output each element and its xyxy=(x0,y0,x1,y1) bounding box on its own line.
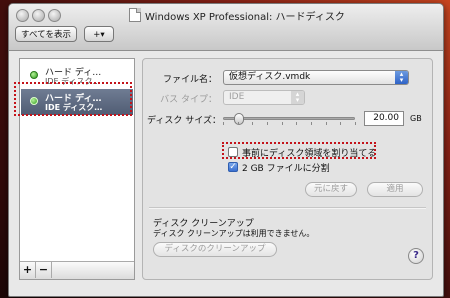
remove-device-button[interactable]: − xyxy=(36,262,52,278)
sidebar-footer: + − xyxy=(20,261,134,279)
split-2gb-label[interactable]: 2 GB ファイルに分割 xyxy=(242,161,330,174)
slider-tick xyxy=(355,122,356,125)
slider-tick xyxy=(237,122,239,125)
bus-type-popup[interactable]: IDE ▴ ▾ xyxy=(223,90,305,105)
window-title-group: Windows XP Professional: ハードディスク xyxy=(129,8,345,23)
device-sidebar: ハード ディ… IDE ディスク… ハード ディ… IDE ディスク… + − xyxy=(19,58,135,280)
zoom-window-button[interactable] xyxy=(48,9,61,22)
document-icon xyxy=(129,8,141,22)
minimize-window-button[interactable] xyxy=(32,9,45,22)
close-window-button[interactable] xyxy=(16,9,29,22)
sidebar-item-hard-disk-2[interactable]: ハード ディ… IDE ディスク… xyxy=(21,89,133,115)
revert-button[interactable]: 元に戻す xyxy=(305,182,357,197)
apply-button[interactable]: 適用 xyxy=(367,182,423,197)
cleanup-status-text: ディスク クリーンアップは利用できません。 xyxy=(153,229,315,238)
disk-settings-panel: ファイル名： 仮想ディスク.vmdk ▴ ▾ バス タイプ： IDE ▴ ▾ ディス… xyxy=(142,58,433,280)
status-dot-icon xyxy=(30,71,38,79)
slider-tick xyxy=(223,122,224,125)
file-name-value: 仮想ディスク.vmdk xyxy=(229,72,311,82)
file-name-popup[interactable]: 仮想ディスク.vmdk ▴ ▾ xyxy=(223,70,409,85)
slider-tick xyxy=(252,122,254,125)
sidebar-item-hard-disk-1[interactable]: ハード ディ… IDE ディスク… xyxy=(21,63,133,89)
slider-tick xyxy=(281,122,283,125)
bus-type-label: バス タイプ： xyxy=(160,95,217,105)
show-all-button[interactable]: すべてを表示 xyxy=(15,26,77,42)
help-button[interactable]: ? xyxy=(408,248,424,264)
title-bar[interactable]: Windows XP Professional: ハードディスク すべてを表示 … xyxy=(9,4,443,51)
slider-tick xyxy=(325,122,327,125)
popup-arrows-icon: ▴ ▾ xyxy=(395,71,408,84)
split-2gb-checkbox[interactable]: ✓ xyxy=(228,162,238,172)
disk-cleanup-button[interactable]: ディスクのクリーンアップ xyxy=(153,242,277,257)
section-divider xyxy=(149,207,426,209)
slider-tick xyxy=(340,122,342,125)
bus-type-value: IDE xyxy=(229,92,245,102)
slider-tick xyxy=(296,122,298,125)
status-dot-icon xyxy=(30,97,38,105)
settings-window: Windows XP Professional: ハードディスク すべてを表示 … xyxy=(8,3,444,297)
popup-arrows-icon: ▴ ▾ xyxy=(291,91,304,104)
disk-size-unit: GB xyxy=(410,114,422,123)
disk-size-label: ディスク サイズ： xyxy=(147,116,221,126)
slider-tick xyxy=(267,122,268,125)
sidebar-item-type: IDE ディスク… xyxy=(45,77,101,86)
file-name-label: ファイル名： xyxy=(162,75,217,85)
disk-size-field[interactable]: 20.00 xyxy=(364,111,404,126)
preallocate-checkbox[interactable] xyxy=(228,147,238,157)
window-title: Windows XP Professional: ハードディスク xyxy=(145,11,345,23)
add-device-button[interactable]: + xyxy=(20,262,36,278)
add-device-menu-button[interactable]: +▾ xyxy=(84,26,114,42)
sidebar-item-type: IDE ディスク… xyxy=(45,103,103,112)
slider-tick xyxy=(311,122,312,125)
disk-size-slider-knob[interactable] xyxy=(233,113,244,125)
preallocate-label[interactable]: 事前にディスク領域を割り当てる xyxy=(242,146,376,159)
